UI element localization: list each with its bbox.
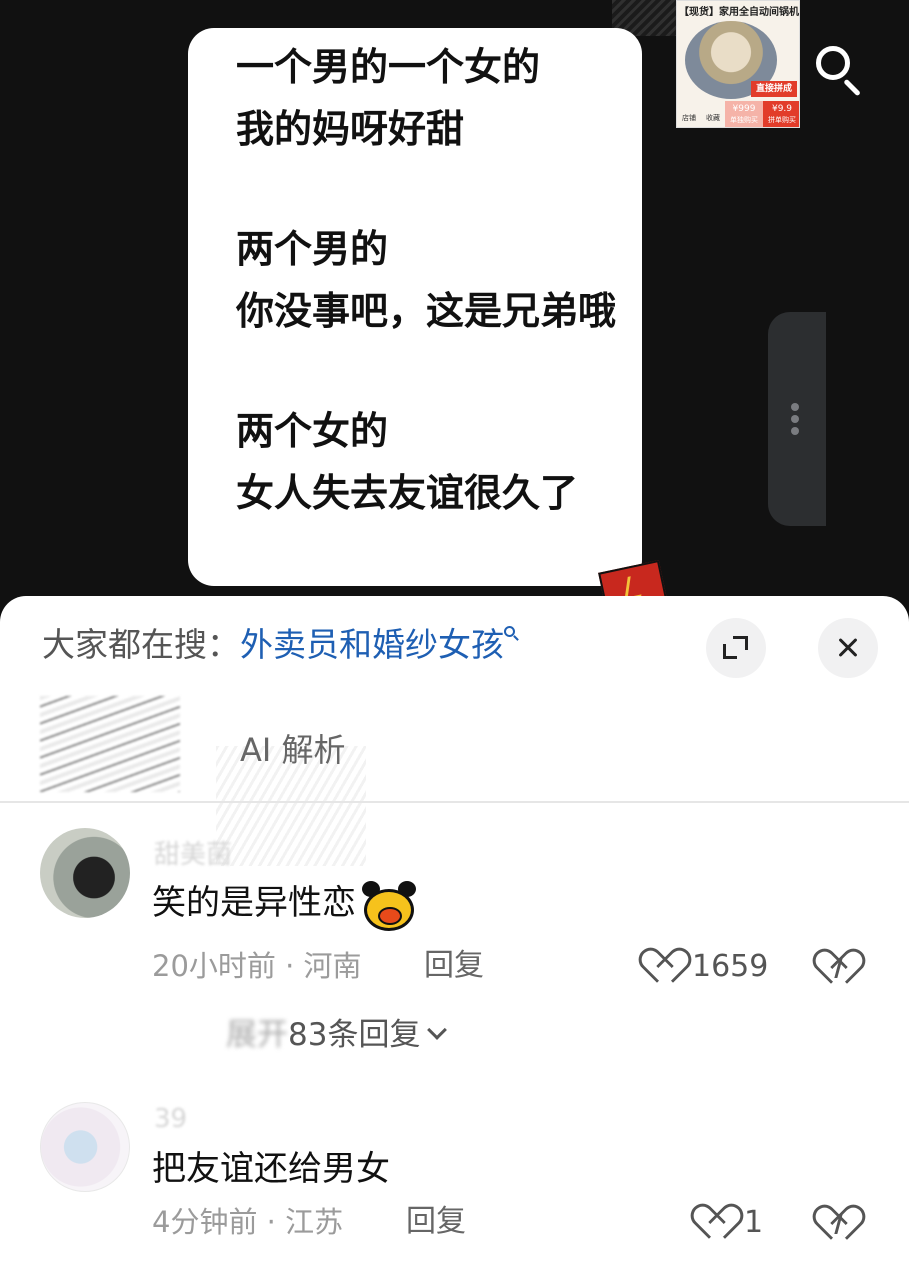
ad-buy-group-button[interactable]: ¥9.9 拼单购买 <box>763 101 799 127</box>
tab-divider <box>0 801 909 803</box>
comment-time-location: 20小时前 · 河南 <box>152 949 362 983</box>
bubble-line: 一个男的一个女的 <box>236 44 541 89</box>
expand-icon <box>733 636 748 650</box>
expand-replies-prefix: 展开 <box>226 1017 288 1053</box>
bubble-text: 一个男的一个女的 我的妈呀好甜 两个男的 你没事吧，这是兄弟哦 两个女的 女人失… <box>236 36 616 524</box>
more-vertical-icon <box>791 427 799 435</box>
search-icon-handle <box>843 78 861 97</box>
like-button[interactable]: 1 <box>698 1202 763 1242</box>
expand-replies-button[interactable]: 展开83条回复 <box>226 1014 448 1056</box>
ad-store-button[interactable]: 店铺 <box>677 101 701 127</box>
laughing-face-icon <box>358 879 418 931</box>
reply-button[interactable]: 回复 <box>406 1202 466 1242</box>
hot-search-prefix: 大家都在搜： <box>42 625 240 664</box>
ad-price-single: ¥999 <box>732 104 756 114</box>
comment-text: 笑的是异性恋 <box>152 878 418 931</box>
avatar[interactable] <box>40 828 130 918</box>
comment-sheet: 大家都在搜：外卖员和婚纱女孩 AI 解析 甜美菌 笑的是异性恋 20小时前 · … <box>0 596 909 1280</box>
side-drawer-handle[interactable] <box>768 312 826 526</box>
ad-buy-single-label: 单独购买 <box>730 116 758 124</box>
ad-buy-single-button[interactable]: ¥999 单独购买 <box>725 101 763 127</box>
product-ad-card[interactable]: 【现货】家用全自动间锅机 直接拼成 店铺 收藏 ¥999 单独购买 ¥9.9 拼… <box>676 0 800 128</box>
like-count: 1 <box>744 1204 764 1240</box>
like-button[interactable]: 1659 <box>646 946 768 986</box>
avatar[interactable] <box>40 1102 130 1192</box>
bubble-gap <box>236 342 616 400</box>
ad-title: 【现货】家用全自动间锅机 <box>679 7 799 18</box>
heart-icon <box>698 1203 738 1241</box>
comment-text: 把友谊还给男女 <box>152 1149 390 1189</box>
bubble-gap <box>236 160 616 218</box>
more-vertical-icon <box>791 403 799 411</box>
bubble-line: 两个女的 <box>236 408 389 453</box>
bubble-line: 女人失去友谊很久了 <box>236 470 579 515</box>
ad-action-row: 店铺 收藏 ¥999 单独购买 ¥9.9 拼单购买 <box>677 101 799 127</box>
hot-search-query[interactable]: 外卖员和婚纱女孩 <box>240 625 504 664</box>
like-count: 1659 <box>692 948 769 984</box>
comment-username[interactable]: 甜美菌 <box>154 834 232 871</box>
expand-button[interactable] <box>706 618 766 678</box>
bubble-line: 你没事吧，这是兄弟哦 <box>236 288 617 333</box>
ad-buy-group-label: 拼单购买 <box>768 116 796 124</box>
bubble-line: 两个男的 <box>236 226 389 271</box>
search-icon <box>504 626 519 646</box>
close-button[interactable] <box>818 618 878 678</box>
comment-username[interactable]: 39 <box>154 1104 187 1134</box>
heart-icon <box>646 947 686 985</box>
broken-heart-icon[interactable] <box>820 1204 860 1242</box>
tab-ai-analysis[interactable]: AI 解析 <box>240 728 346 772</box>
ad-price-group: ¥9.9 <box>771 104 793 114</box>
comment-text-content: 笑的是异性恋 <box>152 883 356 923</box>
broken-heart-icon[interactable] <box>820 948 860 986</box>
ad-favorite-button[interactable]: 收藏 <box>701 101 725 127</box>
hot-search-bar[interactable]: 大家都在搜：外卖员和婚纱女孩 <box>42 622 519 668</box>
ad-ribbon: 直接拼成 <box>751 81 797 97</box>
more-vertical-icon <box>791 415 799 423</box>
video-player[interactable]: 一个男的一个女的 我的妈呀好甜 两个男的 你没事吧，这是兄弟哦 两个女的 女人失… <box>0 0 909 610</box>
comment-count-tab[interactable] <box>40 696 180 792</box>
bubble-line: 我的妈呀好甜 <box>236 106 465 151</box>
comment-time-location: 4分钟前 · 江苏 <box>152 1205 344 1239</box>
chevron-down-icon <box>427 1020 448 1040</box>
expand-replies-label: 83条回复 <box>288 1017 421 1053</box>
search-icon-ring <box>816 46 850 80</box>
reply-button[interactable]: 回复 <box>424 946 484 986</box>
search-icon[interactable] <box>812 42 868 98</box>
